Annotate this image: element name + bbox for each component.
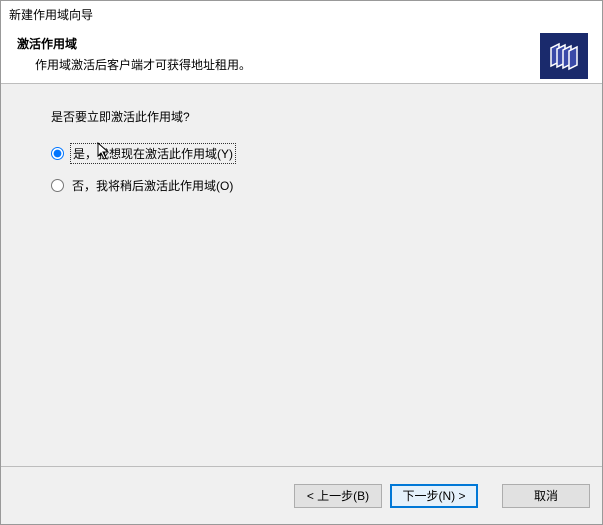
next-button[interactable]: 下一步(N) > xyxy=(390,484,478,508)
cancel-button[interactable]: 取消 xyxy=(502,484,590,508)
prompt-text: 是否要立即激活此作用域? xyxy=(51,108,586,125)
wizard-header: 激活作用域 作用域激活后客户端才可获得地址租用。 xyxy=(1,27,602,83)
header-title: 激活作用域 xyxy=(17,35,586,52)
option-yes-label: 是，我想现在激活此作用域(Y) xyxy=(72,145,234,162)
option-yes[interactable]: 是，我想现在激活此作用域(Y) xyxy=(51,143,586,163)
back-button[interactable]: < 上一步(B) xyxy=(294,484,382,508)
option-no[interactable]: 否，我将稍后激活此作用域(O) xyxy=(51,175,586,195)
radio-yes[interactable] xyxy=(51,147,64,160)
wizard-footer: < 上一步(B) 下一步(N) > 取消 xyxy=(1,466,602,524)
window-title: 新建作用域向导 xyxy=(9,6,93,23)
wizard-content: 是否要立即激活此作用域? 是，我想现在激活此作用域(Y) 否，我将稍后激活此作用… xyxy=(1,84,602,466)
wizard-window: 新建作用域向导 激活作用域 作用域激活后客户端才可获得地址租用。 是否要立即激活… xyxy=(0,0,603,525)
option-no-label: 否，我将稍后激活此作用域(O) xyxy=(72,177,233,194)
dhcp-scope-icon xyxy=(540,33,588,79)
header-description: 作用域激活后客户端才可获得地址租用。 xyxy=(17,56,586,73)
titlebar: 新建作用域向导 xyxy=(1,1,602,27)
radio-no[interactable] xyxy=(51,179,64,192)
